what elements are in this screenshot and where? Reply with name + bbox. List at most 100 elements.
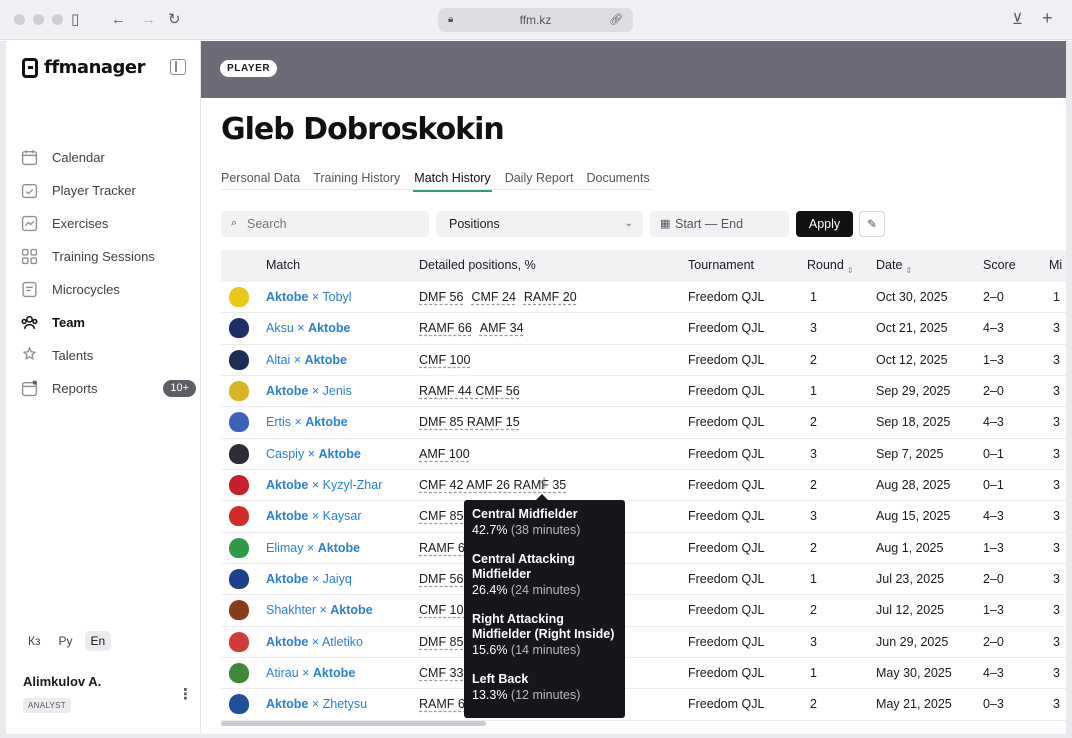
match-link[interactable]: Aktobe × Kyzyl-Zhar xyxy=(266,478,382,492)
match-link[interactable]: Atirau × Aktobe xyxy=(266,666,355,680)
match-link[interactable]: Aktobe × Atletiko xyxy=(266,635,363,649)
table-row[interactable]: Aktobe × Atletiko DMF 85 Freedom QJL 3 Jun 2… xyxy=(221,627,1066,658)
horizontal-scrollbar[interactable] xyxy=(221,721,486,726)
match-link[interactable]: Aksu × Aktobe xyxy=(266,321,350,335)
table-row[interactable]: Atirau × Aktobe CMF 33 Freedom QJL 1 May 30,… xyxy=(221,658,1066,690)
tooltip-minutes: (24 minutes) xyxy=(510,583,581,597)
match-link[interactable]: Caspiy × Aktobe xyxy=(266,447,361,461)
table-row[interactable]: Shakhter × Aktobe CMF 100 Freedom QJL 2 Jul … xyxy=(221,595,1066,627)
date-range-picker[interactable]: ▦ Start — End xyxy=(650,211,789,237)
close-window-button[interactable] xyxy=(14,14,25,25)
talents-icon xyxy=(21,347,38,364)
table-row[interactable]: Ertis × Aktobe DMF 85 RAMF 15 Freedom QJL 2… xyxy=(221,407,1066,439)
table-row[interactable]: Aktobe × Kyzyl-Zhar CMF 42 AMF 26 RAMF 35… xyxy=(221,470,1066,502)
sidebar-item-reports[interactable]: Reports 10+ xyxy=(20,372,196,405)
away-team: Zhetysu xyxy=(322,697,368,712)
round-cell: 2 xyxy=(810,540,817,555)
download-icon[interactable]: ⊻ xyxy=(1012,10,1023,30)
match-link[interactable]: Aktobe × Jaiyq xyxy=(266,572,352,586)
position-chip[interactable]: DMF 56 xyxy=(419,572,463,586)
home-team: Aktobe xyxy=(266,571,309,586)
sidebar-item-training-sessions[interactable]: Training Sessions xyxy=(20,240,192,273)
table-row[interactable]: Aktobe × Tobyl DMF 56 CMF 24 RAMF 20 Freedom… xyxy=(221,282,1066,314)
score-cell: 2–0 xyxy=(983,571,1004,586)
reload-icon[interactable]: ↻ xyxy=(168,10,181,30)
column-header[interactable]: Date ⇕ xyxy=(876,258,912,275)
team-crest-icon xyxy=(229,694,249,715)
new-tab-icon[interactable]: + xyxy=(1042,8,1053,28)
match-link[interactable]: Aktobe × Jenis xyxy=(266,384,352,398)
collapse-sidebar-icon[interactable] xyxy=(170,59,186,75)
sidebar-item-calendar[interactable]: Calendar xyxy=(20,141,192,174)
language-option[interactable]: En xyxy=(84,631,112,651)
match-link[interactable]: Ertis × Aktobe xyxy=(266,415,348,429)
sidebar-item-label: Talents xyxy=(52,348,94,363)
match-link[interactable]: Shakhter × Aktobe xyxy=(266,603,373,617)
match-link[interactable]: Aktobe × Tobyl xyxy=(266,290,352,304)
table-row[interactable]: Caspiy × Aktobe AMF 100 Freedom QJL 3 Sep 7,… xyxy=(221,439,1066,470)
position-chip[interactable]: CMF 24 xyxy=(471,290,515,304)
table-row[interactable]: Aktobe × Zhetysu RAMF 66 Freedom QJL 2 May 2… xyxy=(221,689,1066,721)
tooltip-position-item: Central Attacking Midfielder 26.4% (24 mi… xyxy=(472,552,617,599)
apply-button[interactable]: Apply xyxy=(796,211,853,237)
table-row[interactable]: Aktobe × Kaysar CMF 85 Freedom QJL 3 Aug 15,… xyxy=(221,501,1066,533)
app-logo[interactable]: ffmanager xyxy=(22,57,146,78)
sort-icon[interactable]: ⇕ xyxy=(847,266,854,275)
table-row[interactable]: Aksu × Aktobe RAMF 66 AMF 34 Freedom QJL 3 Oc… xyxy=(221,313,1066,345)
sort-icon[interactable]: ⇕ xyxy=(905,266,912,275)
position-chip[interactable]: DMF 85 xyxy=(419,635,463,649)
sidebar-item-player-tracker[interactable]: Player Tracker xyxy=(20,174,192,207)
match-link[interactable]: Altai × Aktobe xyxy=(266,353,347,367)
detailed-positions: AMF 100 xyxy=(419,447,478,461)
sidebar-item-exercises[interactable]: Exercises xyxy=(20,207,192,240)
match-link[interactable]: Aktobe × Zhetysu xyxy=(266,697,367,711)
table-row[interactable]: Aktobe × Jaiyq DMF 56 Freedom QJL 1 Jul 23, … xyxy=(221,564,1066,596)
position-chip[interactable]: CMF 85 xyxy=(419,509,463,523)
sidebar-item-label: Reports xyxy=(52,381,98,396)
column-header[interactable]: Round ⇕ xyxy=(807,258,854,275)
home-team: Atirau xyxy=(266,665,299,680)
position-chip[interactable]: AMF 34 xyxy=(480,321,524,335)
table-row[interactable]: Aktobe × Jenis RAMF 44 CMF 56 Freedom QJL 1… xyxy=(221,376,1066,408)
position-chip[interactable]: AMF 100 xyxy=(419,447,470,461)
position-chip[interactable]: RAMF 44 CMF 56 xyxy=(419,384,520,398)
language-option[interactable]: Кз xyxy=(22,631,47,651)
team-crest-icon xyxy=(229,600,249,621)
window-controls[interactable] xyxy=(14,14,63,25)
sidebar-item-talents[interactable]: Talents xyxy=(20,339,192,372)
match-link[interactable]: Elimay × Aktobe xyxy=(266,541,360,555)
forward-arrow-icon[interactable]: → xyxy=(141,10,156,30)
tooltip-minutes: (12 minutes) xyxy=(510,688,581,702)
position-chip[interactable]: CMF 100 xyxy=(419,603,470,617)
position-chip[interactable]: CMF 100 xyxy=(419,353,470,367)
score-cell: 2–0 xyxy=(983,383,1004,398)
clear-filters-broom-icon[interactable]: ✎ xyxy=(859,211,885,237)
table-row[interactable]: Elimay × Aktobe RAMF 66 Freedom QJL 2 Aug 1,… xyxy=(221,533,1066,564)
share-link-icon[interactable]: 🔗︎ xyxy=(609,8,623,32)
round-cell: 1 xyxy=(810,290,817,304)
search-input[interactable] xyxy=(221,211,429,237)
tooltip-percent: 42.7% xyxy=(472,523,511,537)
language-option[interactable]: Ру xyxy=(53,631,79,651)
position-chip[interactable]: DMF 85 RAMF 15 xyxy=(419,415,520,429)
sidebar-item-microcycles[interactable]: Microcycles xyxy=(20,273,192,306)
maximize-window-button[interactable] xyxy=(52,14,63,25)
position-chip[interactable]: DMF 56 xyxy=(419,290,463,304)
table-header: Match Detailed positions, % Tournament Roun… xyxy=(221,250,1066,282)
user-menu-icon[interactable]: ⋮ xyxy=(178,685,193,703)
column-header: Detailed positions, % xyxy=(419,258,536,272)
sidebar-toggle-icon[interactable]: ▯ xyxy=(71,10,79,30)
table-row[interactable]: Altai × Aktobe CMF 100 Freedom QJL 2 Oct 12,… xyxy=(221,345,1066,376)
sidebar-item-team[interactable]: Team xyxy=(20,306,192,339)
position-chip[interactable]: CMF 33 xyxy=(419,666,463,680)
minimize-window-button[interactable] xyxy=(33,14,44,25)
position-chip[interactable]: RAMF 66 xyxy=(419,321,472,335)
round-cell: 2 xyxy=(810,477,817,492)
positions-select[interactable]: Positions ⌄ xyxy=(436,211,643,237)
language-switcher: Кз Ру En xyxy=(22,631,112,651)
match-link[interactable]: Aktobe × Kaysar xyxy=(266,509,362,523)
position-chip[interactable]: RAMF 20 xyxy=(524,290,577,304)
back-arrow-icon[interactable]: ← xyxy=(111,10,126,30)
address-bar[interactable]: 🔒︎ ffm.kz 🔗︎ xyxy=(438,8,633,32)
home-team: Aktobe xyxy=(266,697,309,712)
